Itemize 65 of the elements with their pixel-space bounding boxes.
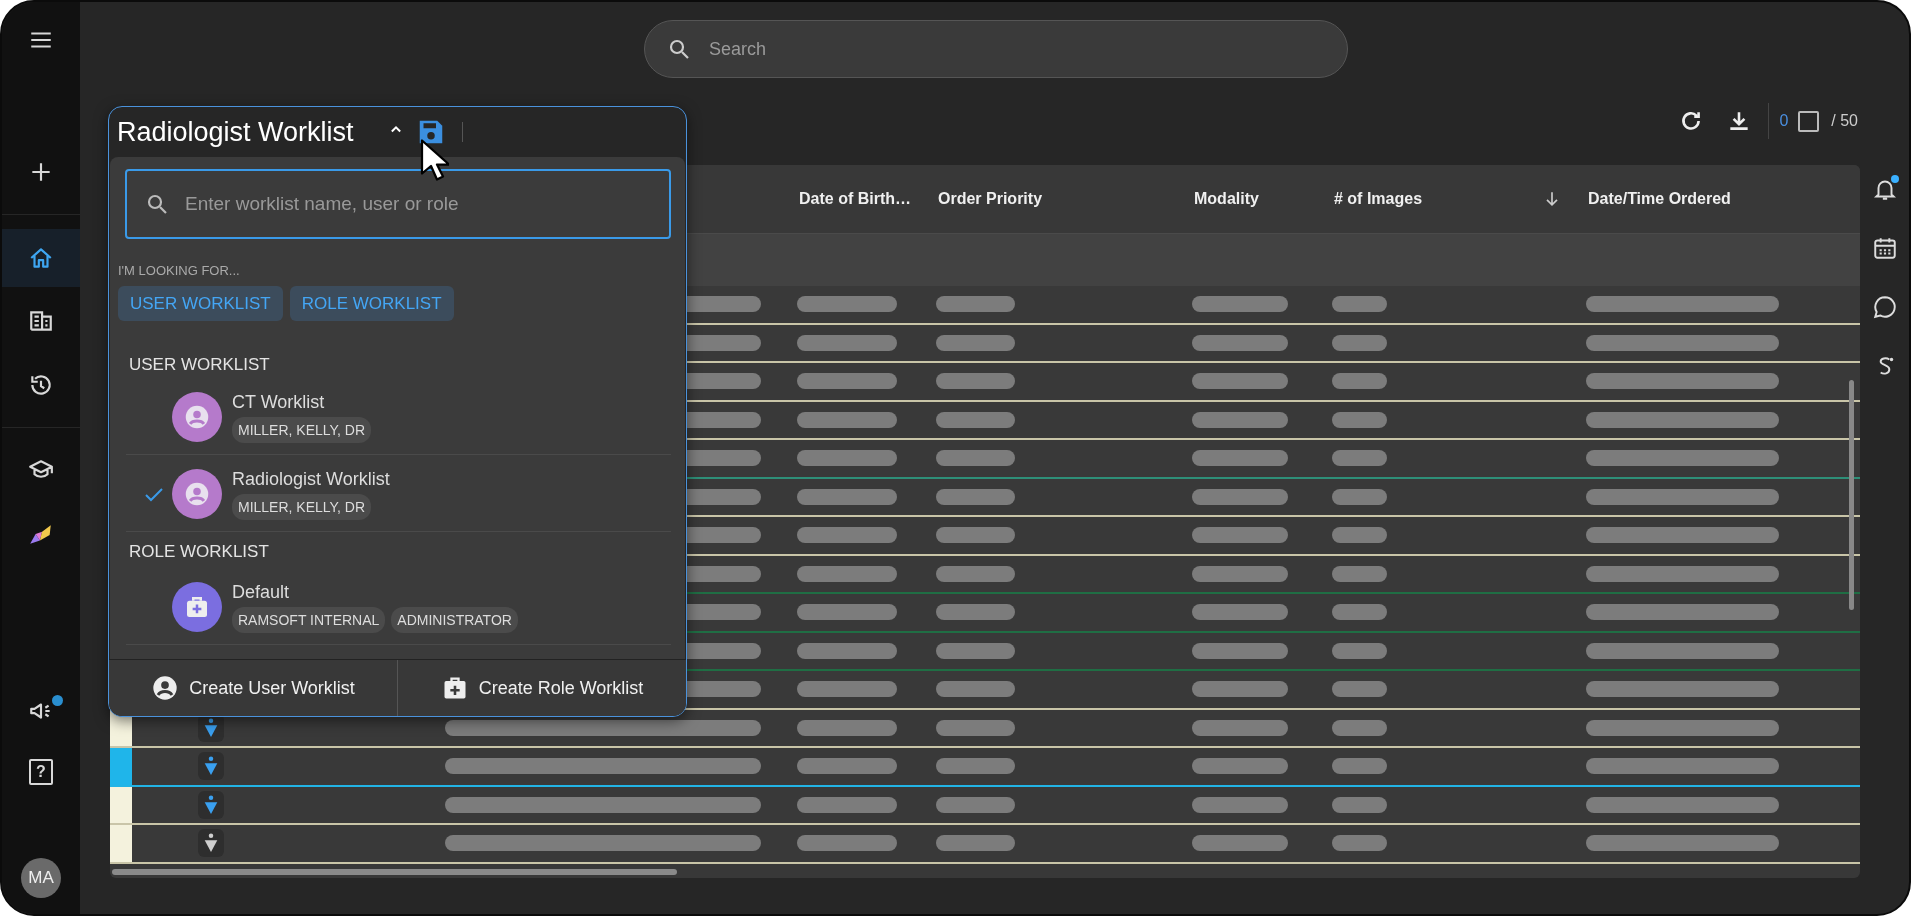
worklist-item[interactable]: Radiologist Worklist MILLER, KELLY, DR <box>126 457 671 532</box>
vertical-scrollbar[interactable] <box>1849 380 1854 610</box>
worklist-name: Radiologist Worklist <box>232 468 390 490</box>
home-icon <box>28 245 54 271</box>
group-heading: USER WORKLIST <box>129 354 270 376</box>
calendar-icon[interactable] <box>1871 235 1898 261</box>
worklist-name: CT Worklist <box>232 391 326 413</box>
worklist-title[interactable]: Radiologist Worklist <box>117 116 354 148</box>
person-pin-icon <box>198 752 224 781</box>
redacted-text <box>1332 411 1387 428</box>
column-header[interactable]: Order Priority <box>926 190 1182 208</box>
worklist-name: Default <box>232 581 291 603</box>
redacted-text <box>1332 565 1387 582</box>
redacted-text <box>1332 450 1387 467</box>
person-pin-icon <box>198 790 224 819</box>
table-row[interactable] <box>110 748 1860 787</box>
chat-icon[interactable] <box>1871 294 1898 320</box>
worklist-item[interactable]: Default RAMSOFT INTERNAL ADMINISTRATOR <box>126 570 671 645</box>
redacted-text <box>1332 604 1387 621</box>
worklist-item[interactable]: CT Worklist MILLER, KELLY, DR <box>126 380 671 455</box>
search-icon <box>145 192 169 216</box>
table-row[interactable] <box>110 825 1860 864</box>
select-all-checkbox[interactable] <box>1798 110 1820 132</box>
filter-label: I'M LOOKING FOR... <box>118 263 241 278</box>
redacted-text <box>1332 488 1387 505</box>
redacted-text <box>1332 642 1387 659</box>
redacted-text <box>1332 796 1387 813</box>
redacted-text <box>1332 681 1387 698</box>
table-row[interactable] <box>110 786 1860 825</box>
notifications-icon[interactable] <box>1871 176 1898 202</box>
column-header[interactable]: # of Images <box>1322 189 1576 209</box>
redacted-text <box>1332 719 1387 736</box>
home-nav-item[interactable] <box>2 229 80 287</box>
redacted-text <box>1332 296 1387 313</box>
column-header[interactable]: Modality <box>1182 190 1322 208</box>
table-row[interactable] <box>110 709 1860 748</box>
user-avatar[interactable]: MA <box>21 858 61 898</box>
owner-tag: MILLER, KELLY, DR <box>232 493 372 520</box>
create-user-worklist-button[interactable]: Create User Worklist <box>109 660 397 716</box>
selected-count: 0 <box>1779 112 1789 130</box>
redacted-text <box>1332 373 1387 390</box>
page-size: / 50 <box>1831 112 1858 130</box>
redacted-text <box>1332 334 1387 351</box>
notification-dot <box>52 695 63 706</box>
user-avatar-icon <box>172 392 222 442</box>
redacted-text <box>1332 527 1387 544</box>
column-header[interactable]: Date/Time Ordered <box>1576 190 1838 208</box>
redacted-text <box>1332 758 1387 775</box>
briefcase-avatar-icon <box>172 582 222 632</box>
owner-tag: ADMINISTRATOR <box>391 606 518 633</box>
building-icon <box>28 308 54 334</box>
redacted-text <box>1332 835 1387 852</box>
owner-tag: RAMSOFT INTERNAL <box>232 606 386 633</box>
history-icon <box>28 372 54 398</box>
create-role-worklist-button[interactable]: Create Role Worklist <box>397 660 686 716</box>
column-header[interactable]: Date of Birth… <box>787 190 926 208</box>
person-pin-icon <box>198 829 224 858</box>
owner-tag: MILLER, KELLY, DR <box>232 416 372 443</box>
group-heading: ROLE WORKLIST <box>129 541 269 563</box>
user-circle-icon <box>151 674 180 702</box>
user-avatar-icon <box>172 469 222 519</box>
search-icon <box>667 37 691 61</box>
mouse-cursor-icon <box>419 137 449 183</box>
horizontal-scrollbar[interactable] <box>112 869 677 875</box>
help-nav-item[interactable]: ? <box>2 744 80 800</box>
